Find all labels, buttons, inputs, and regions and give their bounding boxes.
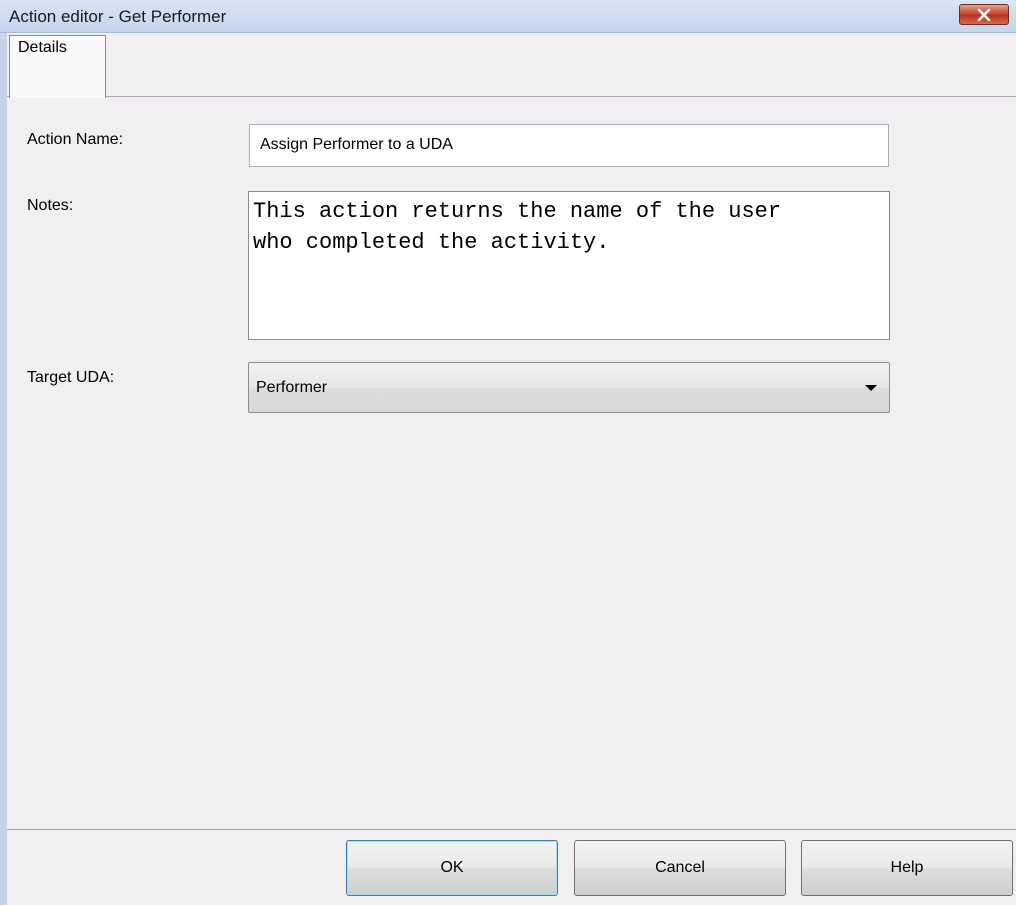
dialog-client-area: Details Action Name: Assign Performer to… [7, 33, 1016, 905]
notes-label: Notes: [27, 197, 74, 214]
action-name-value: Assign Performer to a UDA [260, 136, 453, 153]
tab-details-label: Details [18, 39, 67, 56]
tab-strip: Details [7, 33, 1016, 98]
action-editor-window: Action editor - Get Performer Details Ac… [0, 0, 1016, 905]
notes-textarea[interactable]: This action returns the name of the user… [248, 191, 890, 340]
help-button-label: Help [890, 859, 924, 876]
target-uda-label: Target UDA: [27, 369, 115, 386]
cancel-button[interactable]: Cancel [574, 840, 786, 896]
cancel-button-label: Cancel [655, 859, 705, 876]
target-uda-select[interactable]: Performer [248, 362, 890, 413]
close-icon [977, 8, 991, 21]
ok-button[interactable]: OK [346, 840, 558, 896]
title-bar[interactable]: Action editor - Get Performer [0, 0, 1016, 33]
tab-selected-gap [10, 96, 105, 98]
ok-button-label: OK [440, 859, 464, 876]
action-name-label: Action Name: [27, 131, 124, 148]
footer-separator [7, 829, 1016, 830]
target-uda-value: Performer [256, 379, 328, 396]
action-name-input[interactable]: Assign Performer to a UDA [249, 124, 889, 167]
chevron-down-icon [865, 385, 877, 391]
help-button[interactable]: Help [801, 840, 1013, 896]
tab-details[interactable]: Details [9, 35, 106, 98]
window-title: Action editor - Get Performer [9, 7, 227, 26]
close-button[interactable] [959, 4, 1009, 25]
